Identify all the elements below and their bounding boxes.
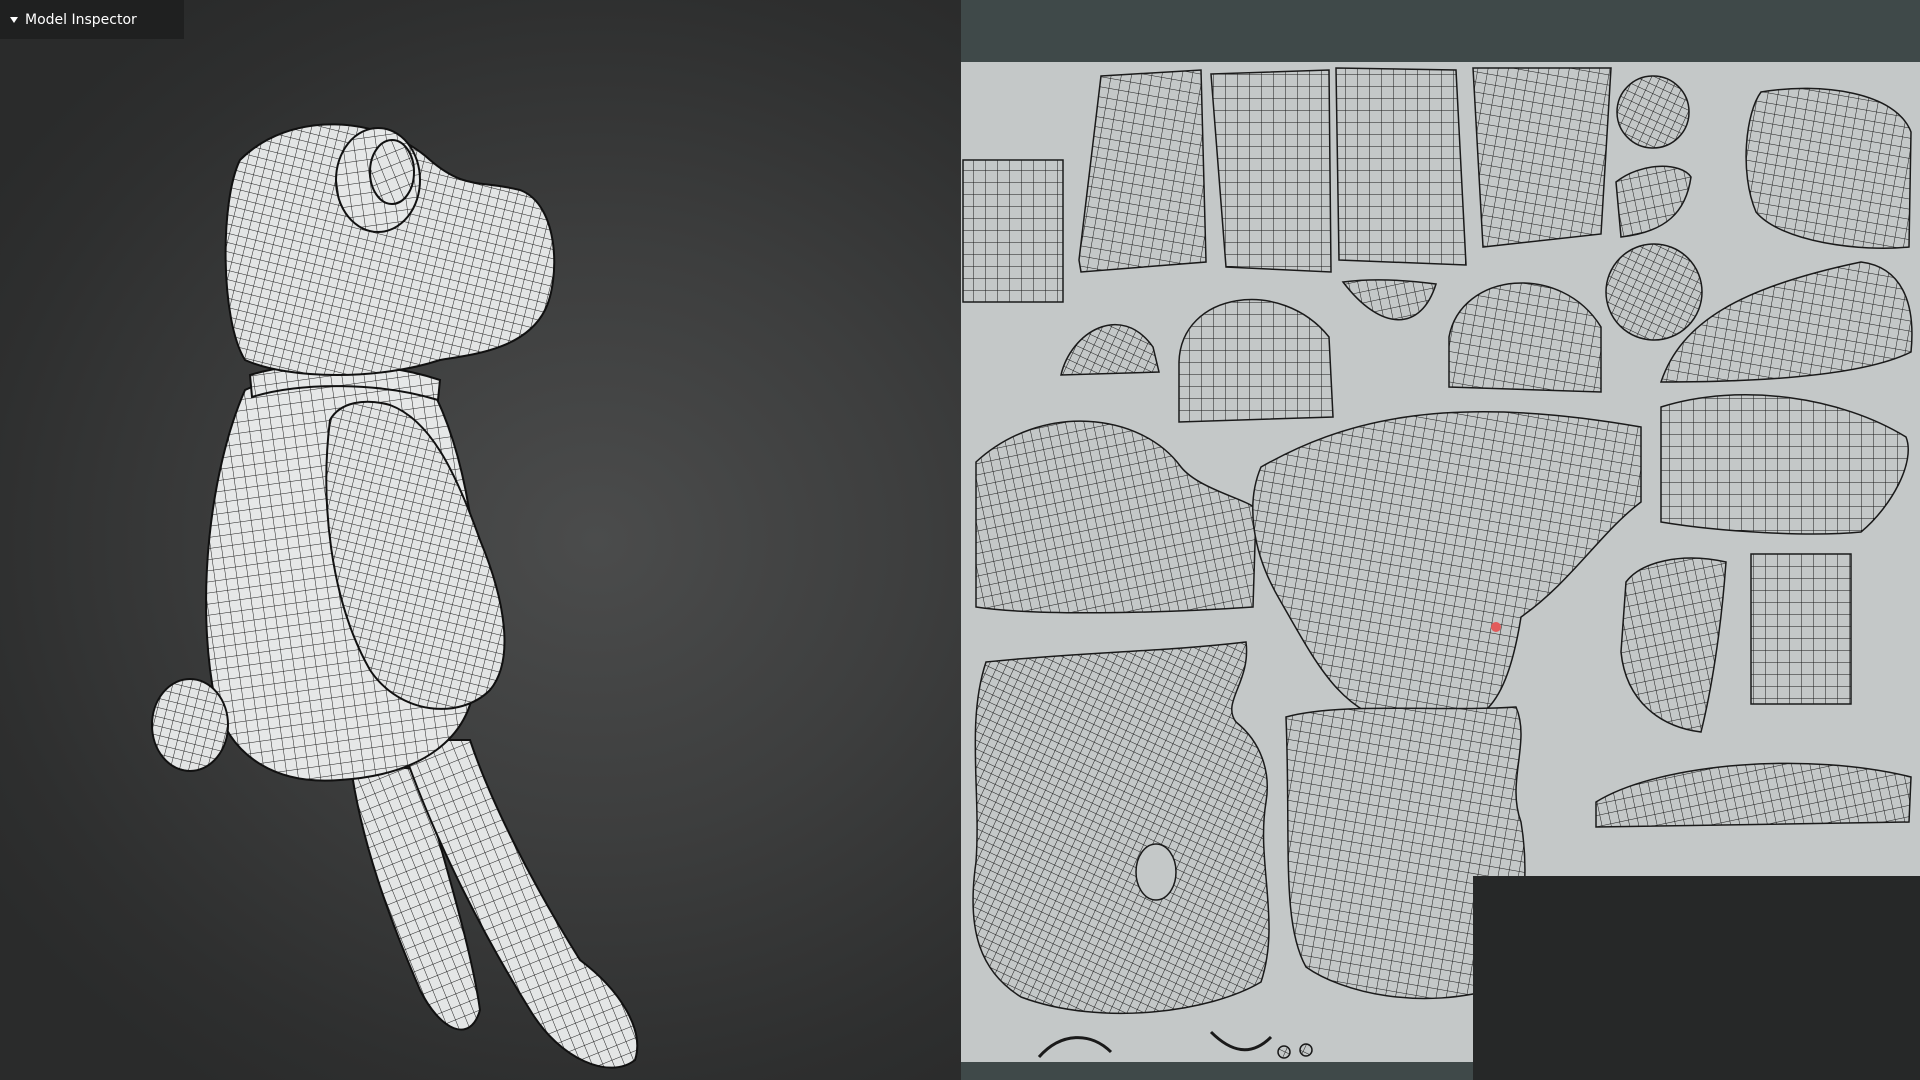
uv-island	[972, 641, 1270, 1015]
uv-editor-panel[interactable]	[961, 0, 1920, 1080]
uv-island	[1037, 1036, 1113, 1058]
uv-island	[1335, 67, 1467, 266]
uv-island	[1745, 87, 1912, 249]
uv-island	[1605, 243, 1703, 341]
uv-island	[1252, 410, 1642, 728]
uv-island	[1078, 69, 1207, 273]
uv-island	[1210, 69, 1332, 273]
preview-overlay-panel	[1473, 876, 1920, 1080]
teddy-bear-model[interactable]	[151, 123, 639, 1069]
uv-island	[1615, 165, 1692, 238]
uv-island	[1448, 282, 1602, 393]
uv-island	[1660, 394, 1909, 535]
model-inspector-title: Model Inspector	[25, 11, 137, 28]
uv-island	[1472, 67, 1612, 248]
app-root: Model Inspector	[0, 0, 1920, 1080]
uv-island	[1209, 1030, 1273, 1052]
uv-island	[1060, 324, 1160, 376]
uv-island	[1341, 279, 1437, 321]
3d-viewport[interactable]: Model Inspector	[0, 0, 961, 1080]
uv-island	[1277, 1045, 1291, 1059]
uv-island	[1178, 298, 1334, 423]
uv-selection-marker	[1491, 622, 1501, 632]
uv-island	[962, 159, 1064, 303]
model-inspector-toggle[interactable]: Model Inspector	[0, 0, 184, 39]
uv-island	[1750, 553, 1852, 705]
uv-island	[1595, 762, 1912, 828]
bear-tail	[151, 678, 229, 772]
uv-island	[1616, 75, 1690, 149]
uv-island	[975, 420, 1257, 614]
uv-island	[1620, 557, 1727, 733]
uv-island	[1299, 1043, 1313, 1057]
caret-down-icon	[10, 16, 18, 23]
3d-viewport-canvas[interactable]	[0, 0, 961, 1080]
